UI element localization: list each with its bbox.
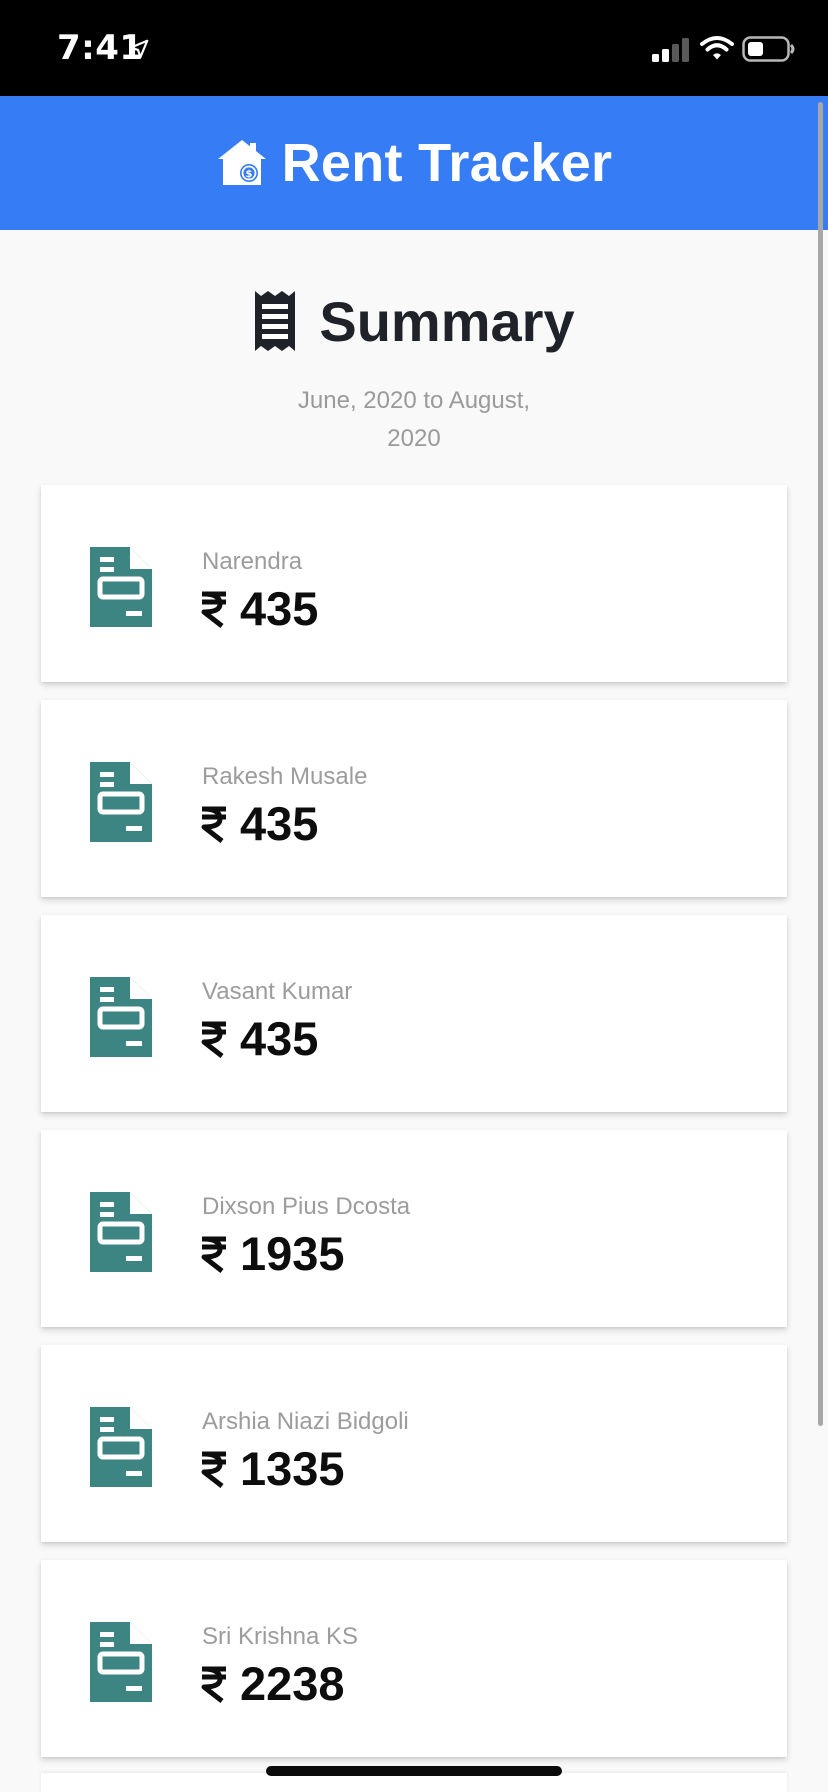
app-title: Rent Tracker	[281, 133, 613, 193]
app-title-group: $ Rent Tracker	[0, 96, 828, 230]
date-range: June, 2020 to August, 2020	[254, 382, 574, 458]
summary-heading: Summary	[0, 286, 828, 356]
tenant-list: Narendra 435 Rakesh Musale 435 Vasant Ku…	[41, 485, 787, 1775]
document-icon	[90, 1407, 152, 1487]
tenant-card[interactable]: Sri Krishna KS 2238	[41, 1560, 787, 1757]
rent-amount: 2238	[200, 1656, 345, 1711]
app-screen: 7:41 $ Rent Tracker Summary June, 2020 t…	[0, 0, 828, 1792]
amount-value: 435	[240, 1012, 319, 1065]
amount-value: 1335	[240, 1442, 345, 1495]
tenant-card[interactable]: Vasant Kumar 435	[41, 915, 787, 1112]
tenant-name: Rakesh Musale	[202, 763, 368, 790]
cellular-signal-icon	[652, 38, 689, 62]
document-icon	[90, 1192, 152, 1272]
app-header: $ Rent Tracker	[0, 96, 828, 230]
tenant-name: Vasant Kumar	[202, 978, 353, 1005]
svg-text:$: $	[245, 169, 252, 180]
document-icon	[90, 1622, 152, 1702]
rupee-icon	[201, 1236, 226, 1273]
document-icon	[90, 547, 152, 627]
rupee-icon	[201, 1666, 226, 1703]
amount-value: 1935	[240, 1227, 345, 1280]
amount-value: 435	[240, 582, 319, 635]
rupee-icon	[201, 806, 226, 843]
rent-amount: 1335	[200, 1441, 345, 1496]
rupee-icon	[201, 1021, 226, 1058]
receipt-icon	[255, 291, 296, 351]
document-icon	[90, 977, 152, 1057]
date-range-line-2: 2020	[387, 425, 441, 452]
summary-title: Summary	[319, 289, 575, 353]
house-money-icon: $	[217, 140, 266, 185]
rupee-icon	[201, 591, 226, 628]
wifi-icon	[700, 36, 734, 60]
rent-amount: 435	[200, 1011, 318, 1066]
date-range-line-1: June, 2020 to August,	[297, 387, 531, 414]
rent-amount: 435	[200, 581, 318, 636]
tenant-name: Arshia Niazi Bidgoli	[202, 1408, 409, 1435]
home-indicator[interactable]	[266, 1766, 562, 1776]
amount-value: 2238	[240, 1657, 345, 1710]
tenant-card[interactable]: Rakesh Musale 435	[41, 700, 787, 897]
tenant-name: Sri Krishna KS	[202, 1623, 359, 1650]
tenant-name: Dixson Pius Dcosta	[202, 1193, 411, 1220]
tenant-name: Narendra	[202, 548, 303, 575]
rent-amount: 1935	[200, 1226, 345, 1281]
rupee-icon	[201, 1451, 226, 1488]
location-arrow-icon	[129, 39, 149, 59]
tenant-card[interactable]: Narendra 435	[41, 485, 787, 682]
battery-icon	[742, 36, 795, 62]
tenant-card[interactable]: Arshia Niazi Bidgoli 1335	[41, 1345, 787, 1542]
document-icon	[90, 762, 152, 842]
amount-value: 435	[240, 797, 319, 850]
status-bar: 7:41	[0, 0, 828, 96]
tenant-card[interactable]: Dixson Pius Dcosta 1935	[41, 1130, 787, 1327]
rent-amount: 435	[200, 796, 318, 851]
